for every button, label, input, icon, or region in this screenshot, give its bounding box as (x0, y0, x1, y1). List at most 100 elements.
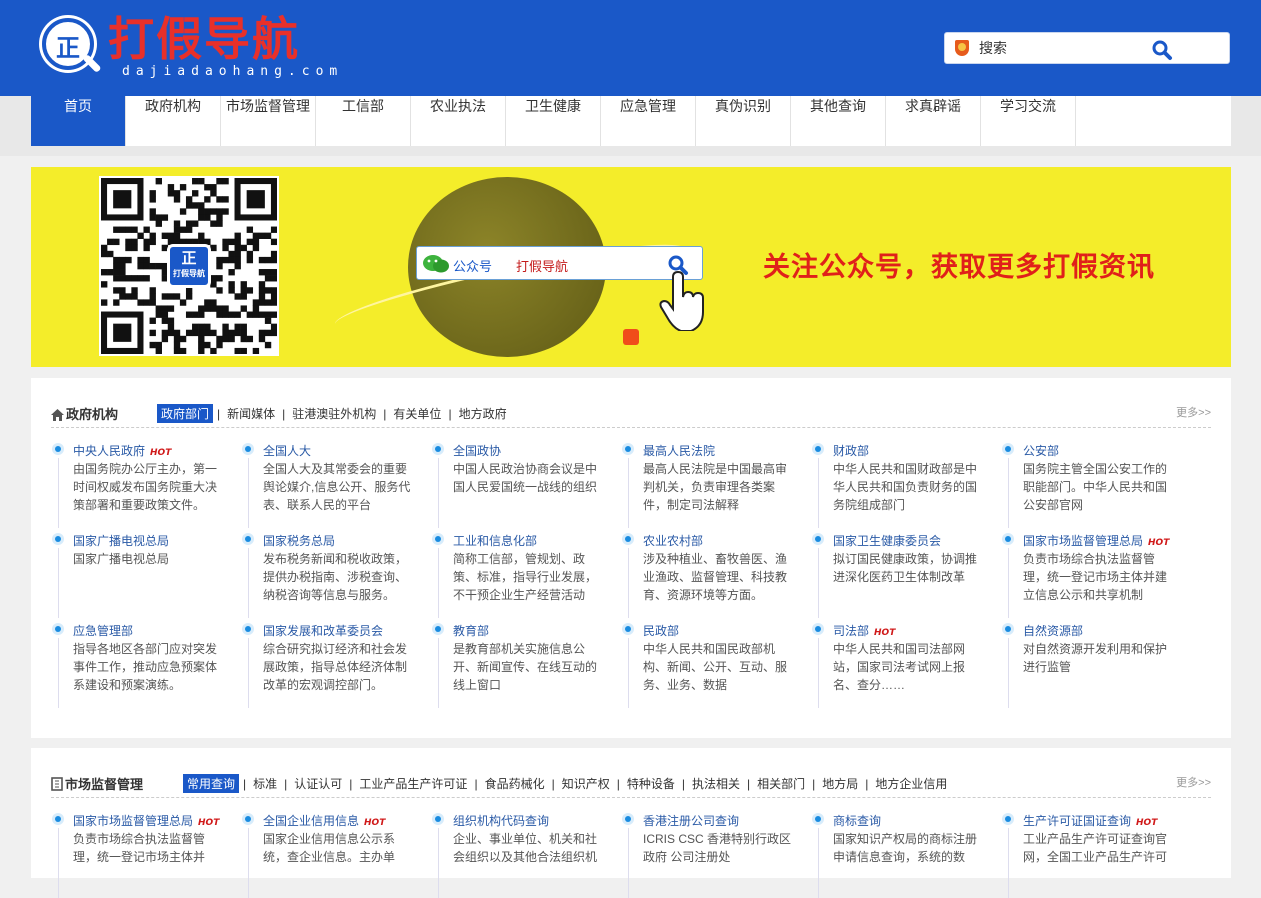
tab-separator: | (681, 777, 685, 791)
tab-7[interactable]: 执法相关 (689, 775, 743, 792)
main-nav: 首页 政府机构 市场监督管理 工信部 农业执法 卫生健康 应急管理 真伪识别 其… (31, 96, 1231, 146)
tab-8[interactable]: 相关部门 (754, 775, 808, 792)
tab-separator: | (349, 777, 353, 791)
item-title[interactable]: 自然资源部 (1023, 622, 1083, 639)
bullet-dot (815, 446, 821, 452)
tab-local-gov[interactable]: 地方政府 (456, 405, 510, 422)
item-description: 发布税务新闻和税收政策，提供办税指南、涉税查询、纳税咨询等信息与服务。 (263, 552, 408, 602)
slider-indicator[interactable] (623, 329, 639, 345)
item-title[interactable]: 国家卫生健康委员会 (833, 532, 941, 549)
tab-4[interactable]: 食品药械化 (482, 775, 548, 792)
tab-9[interactable]: 地方局 (819, 775, 861, 792)
more-link[interactable]: 更多>> (1176, 774, 1211, 790)
item-title-text: 国家市场监督管理总局 (73, 814, 194, 828)
item-title[interactable]: 农业农村部 (643, 532, 703, 549)
tab-3[interactable]: 工业产品生产许可证 (356, 775, 470, 792)
item-description: 负责市场综合执法监督管理，统一登记市场主体并 (73, 832, 206, 864)
bullet-dot (55, 816, 61, 822)
item-title[interactable]: 民政部 (643, 622, 679, 639)
tab-separator: | (474, 777, 478, 791)
tab-5[interactable]: 知识产权 (559, 775, 613, 792)
wechat-icon (423, 255, 449, 273)
building-icon (51, 777, 63, 791)
tab-news-media[interactable]: 新闻媒体 (224, 405, 278, 422)
qr-logo-mark: 正 (181, 249, 197, 267)
home-icon (51, 409, 64, 421)
logo-title[interactable]: 打假导航 (108, 14, 300, 64)
bullet-dot (245, 536, 251, 542)
qr-logo: 正打假导航 (167, 244, 211, 288)
tab-10[interactable]: 地方企业信用 (872, 775, 950, 792)
bullet-dot (625, 536, 631, 542)
tab-separator: | (616, 777, 620, 791)
item-title[interactable]: 最高人民法院 (643, 442, 715, 459)
item-title[interactable]: 财政部 (833, 442, 869, 459)
nav-item-rumor-debunk[interactable]: 求真辟谣 (886, 96, 981, 146)
nav-item-market-supervision[interactable]: 市场监督管理 (221, 96, 316, 146)
logo-magnifier-handle (82, 53, 102, 74)
item-title[interactable]: 国家市场监督管理总局 HOT (1023, 532, 1169, 549)
nav-item-learning[interactable]: 学习交流 (981, 96, 1076, 146)
search-input[interactable] (979, 37, 1139, 59)
nav-item-government[interactable]: 政府机构 (126, 96, 221, 146)
nav-item-miit[interactable]: 工信部 (316, 96, 411, 146)
timeline-line (628, 828, 629, 898)
nav-item-authenticity[interactable]: 真伪识别 (696, 96, 791, 146)
bullet-dot (245, 446, 251, 452)
hot-badge: HOT (1136, 818, 1158, 828)
item-title[interactable]: 全国政协 (453, 442, 501, 459)
timeline-line (58, 828, 59, 898)
item-title[interactable]: 教育部 (453, 622, 489, 639)
tab-1[interactable]: 标准 (250, 775, 280, 792)
item-title[interactable]: 香港注册公司查询 (643, 812, 739, 829)
item-title[interactable]: 工业和信息化部 (453, 532, 537, 549)
panel-header: 市场监督管理 常用查询 | 标准 | 认证认可 | 工业产品生产许可证 | 食品药械化 | 知识产权… (51, 772, 1211, 798)
item-title[interactable]: 国家发展和改革委员会 (263, 622, 383, 639)
item-title[interactable]: 中央人民政府 HOT (73, 442, 171, 459)
item-title[interactable]: 全国企业信用信息 HOT (263, 812, 385, 829)
tab-0[interactable]: 常用查询 (183, 774, 240, 793)
nav-item-agriculture[interactable]: 农业执法 (411, 96, 506, 146)
timeline-line (248, 548, 249, 618)
bullet-dot (245, 816, 251, 822)
item-description: 国务院主管全国公安工作的职能部门。中华人民共和国公安部官网 (1023, 462, 1168, 512)
bullet-dot (55, 536, 61, 542)
tab-2[interactable]: 认证认可 (291, 775, 345, 792)
nav-item-emergency[interactable]: 应急管理 (601, 96, 696, 146)
bullet-dot (815, 816, 821, 822)
item-title[interactable]: 国家税务总局 (263, 532, 335, 549)
market-supervision-panel: 市场监督管理 常用查询 | 标准 | 认证认可 | 工业产品生产许可证 | 食品药械化 | 知识产权… (31, 748, 1231, 898)
search-icon[interactable] (1151, 39, 1173, 61)
item-title[interactable]: 生产许可证国证查询 HOT (1023, 812, 1157, 829)
tab-overseas[interactable]: 驻港澳驻外机构 (289, 405, 379, 422)
tab-related-units[interactable]: 有关单位 (390, 405, 444, 422)
nav-item-other-queries[interactable]: 其他查询 (791, 96, 886, 146)
item-title[interactable]: 公安部 (1023, 442, 1059, 459)
item-title[interactable]: 组织机构代码查询 (453, 812, 549, 829)
item-title[interactable]: 司法部 HOT (833, 622, 895, 639)
bullet-dot (435, 626, 441, 632)
tab-6[interactable]: 特种设备 (624, 775, 678, 792)
tab-separator: | (812, 777, 816, 791)
more-link[interactable]: 更多>> (1176, 404, 1211, 420)
bullet-dot (55, 446, 61, 452)
tab-separator: | (865, 777, 869, 791)
item-title-text: 国家广播电视总局 (73, 534, 170, 548)
nav-item-health[interactable]: 卫生健康 (506, 96, 601, 146)
banner[interactable]: 正打假导航 公众号 打假导航 关注公众号，获取更多打假资讯 (31, 167, 1231, 367)
item-title[interactable]: 全国人大 (263, 442, 311, 459)
tab-gov-departments[interactable]: 政府部门 (157, 404, 214, 423)
item-title[interactable]: 商标查询 (833, 812, 881, 829)
item-title-text: 国家税务总局 (263, 534, 336, 548)
timeline-line (628, 548, 629, 618)
item-title-text: 教育部 (453, 624, 490, 638)
item-title[interactable]: 应急管理部 (73, 622, 133, 639)
nav-item-home[interactable]: 首页 (31, 96, 126, 146)
tab-separator: | (243, 777, 247, 791)
item-title[interactable]: 国家广播电视总局 (73, 532, 169, 549)
item-description: 全国人大及其常委会的重要舆论媒介,信息公开、服务代表、联系人民的平台 (263, 462, 411, 512)
timeline-line (818, 638, 819, 708)
government-panel: 政府机构 政府部门 | 新闻媒体 | 驻港澳驻外机构 | 有关单位 | 地方政府 更多>> 中央… (31, 378, 1231, 738)
timeline-line (438, 638, 439, 708)
item-title[interactable]: 国家市场监督管理总局 HOT (73, 812, 219, 829)
